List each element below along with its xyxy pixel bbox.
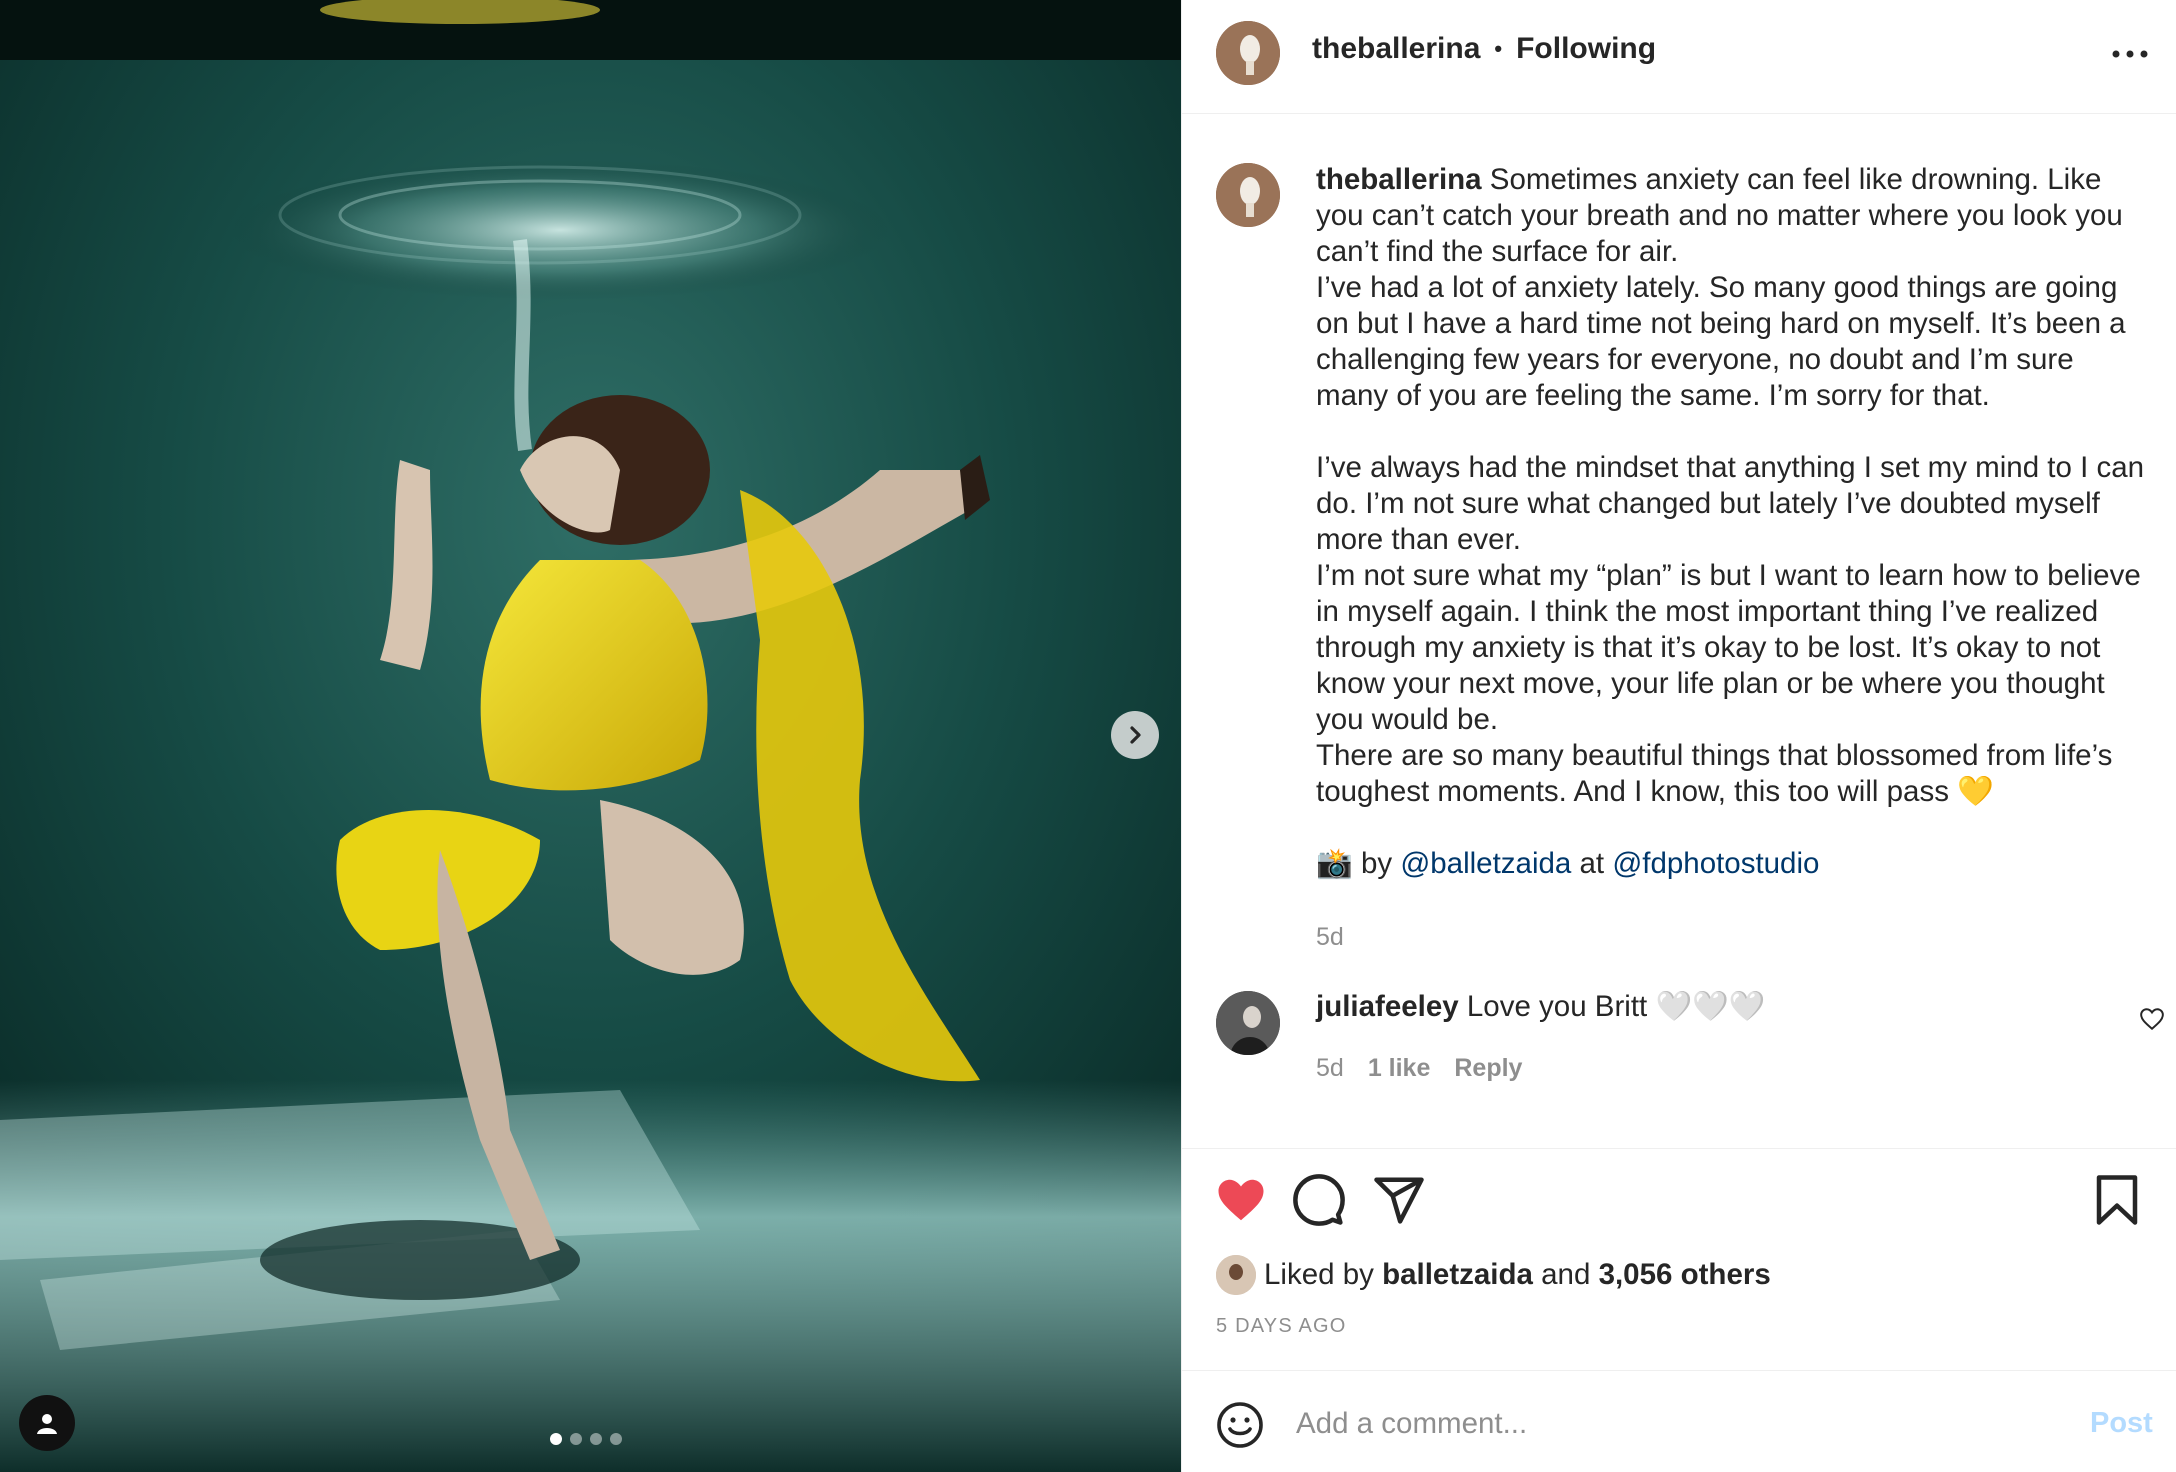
comment-meta: 5d 1 like Reply	[1316, 1054, 1522, 1083]
avatar[interactable]	[1216, 1255, 1256, 1295]
liked-by-and: and	[1541, 1258, 1591, 1291]
avatar[interactable]	[1216, 991, 1280, 1055]
credit-by: by	[1360, 847, 1393, 880]
post-actions: Liked by balletzaida and 3,056 others 5 …	[1182, 1148, 2176, 1370]
heart-outline-icon[interactable]	[2139, 1006, 2165, 1032]
bookmark-icon[interactable]	[2090, 1173, 2144, 1227]
avatar[interactable]	[1216, 21, 1280, 85]
liked-by: Liked by balletzaida and 3,056 others	[1216, 1255, 1771, 1295]
profile-photo	[1216, 991, 1280, 1055]
caption-time[interactable]: 5d	[1316, 923, 1344, 951]
emoji-icon[interactable]	[1216, 1401, 1264, 1449]
carousel-indicator	[550, 1433, 622, 1445]
avatar[interactable]	[1216, 163, 1280, 227]
post-details-panel: theballerina • Following theballerina So…	[1181, 0, 2176, 1472]
liker-photo	[1216, 1255, 1256, 1295]
separator: •	[1494, 36, 1503, 61]
comment-likes[interactable]: 1 like	[1368, 1054, 1431, 1083]
comment-time[interactable]: 5d	[1316, 1054, 1344, 1083]
post-date[interactable]: 5 DAYS AGO	[1216, 1315, 1347, 1338]
photographer-mention[interactable]: @balletzaida	[1400, 847, 1571, 880]
add-comment-bar: Post	[1182, 1370, 2176, 1472]
heart-filled-icon[interactable]	[1214, 1173, 1268, 1227]
liked-by-prefix: Liked by	[1264, 1258, 1374, 1291]
reply-button[interactable]: Reply	[1454, 1054, 1522, 1083]
tagged-users-button[interactable]	[19, 1395, 75, 1451]
next-slide-button[interactable]	[1111, 711, 1159, 759]
credit-at: at	[1579, 847, 1605, 880]
carousel-dot	[550, 1433, 562, 1445]
header-user-line: theballerina • Following	[1312, 32, 1656, 66]
author-username[interactable]: theballerina	[1312, 32, 1480, 66]
user-icon	[37, 1414, 57, 1434]
carousel-dot	[590, 1433, 602, 1445]
comment-icon[interactable]	[1292, 1173, 1346, 1227]
underwater-dancer-image	[0, 0, 1181, 1472]
post-header: theballerina • Following	[1182, 0, 2176, 114]
comment-item: juliafeeley Love you Britt 🤍🤍🤍 5d 1 like…	[1182, 984, 2176, 1094]
liked-by-user[interactable]: balletzaida	[1382, 1258, 1533, 1292]
post-photo[interactable]	[0, 0, 1181, 1472]
carousel-dot	[570, 1433, 582, 1445]
more-horizontal-icon[interactable]	[2108, 44, 2152, 64]
caption-body: Sometimes anxiety can feel like drowning…	[1316, 163, 2145, 808]
likes-count[interactable]: 3,056 others	[1599, 1258, 1771, 1292]
comment-username[interactable]: juliafeeley	[1316, 990, 1459, 1023]
carousel-dot	[610, 1433, 622, 1445]
profile-photo	[1216, 163, 1280, 227]
comment-input[interactable]	[1294, 1397, 1998, 1451]
post-comment-button[interactable]: Post	[2090, 1407, 2153, 1440]
comment-body: Love you Britt 🤍🤍🤍	[1466, 990, 1766, 1023]
studio-mention[interactable]: @fdphotostudio	[1612, 847, 1819, 880]
chevron-right-icon	[1130, 726, 1141, 744]
share-icon[interactable]	[1372, 1173, 1426, 1227]
caption-username[interactable]: theballerina	[1316, 163, 1482, 196]
comment-text: juliafeeley Love you Britt 🤍🤍🤍	[1316, 990, 1766, 1024]
camera-emoji: 📸	[1316, 847, 1353, 880]
caption-text: theballerina Sometimes anxiety can feel …	[1316, 162, 2146, 955]
profile-photo	[1216, 21, 1280, 85]
following-button[interactable]: Following	[1516, 32, 1656, 66]
